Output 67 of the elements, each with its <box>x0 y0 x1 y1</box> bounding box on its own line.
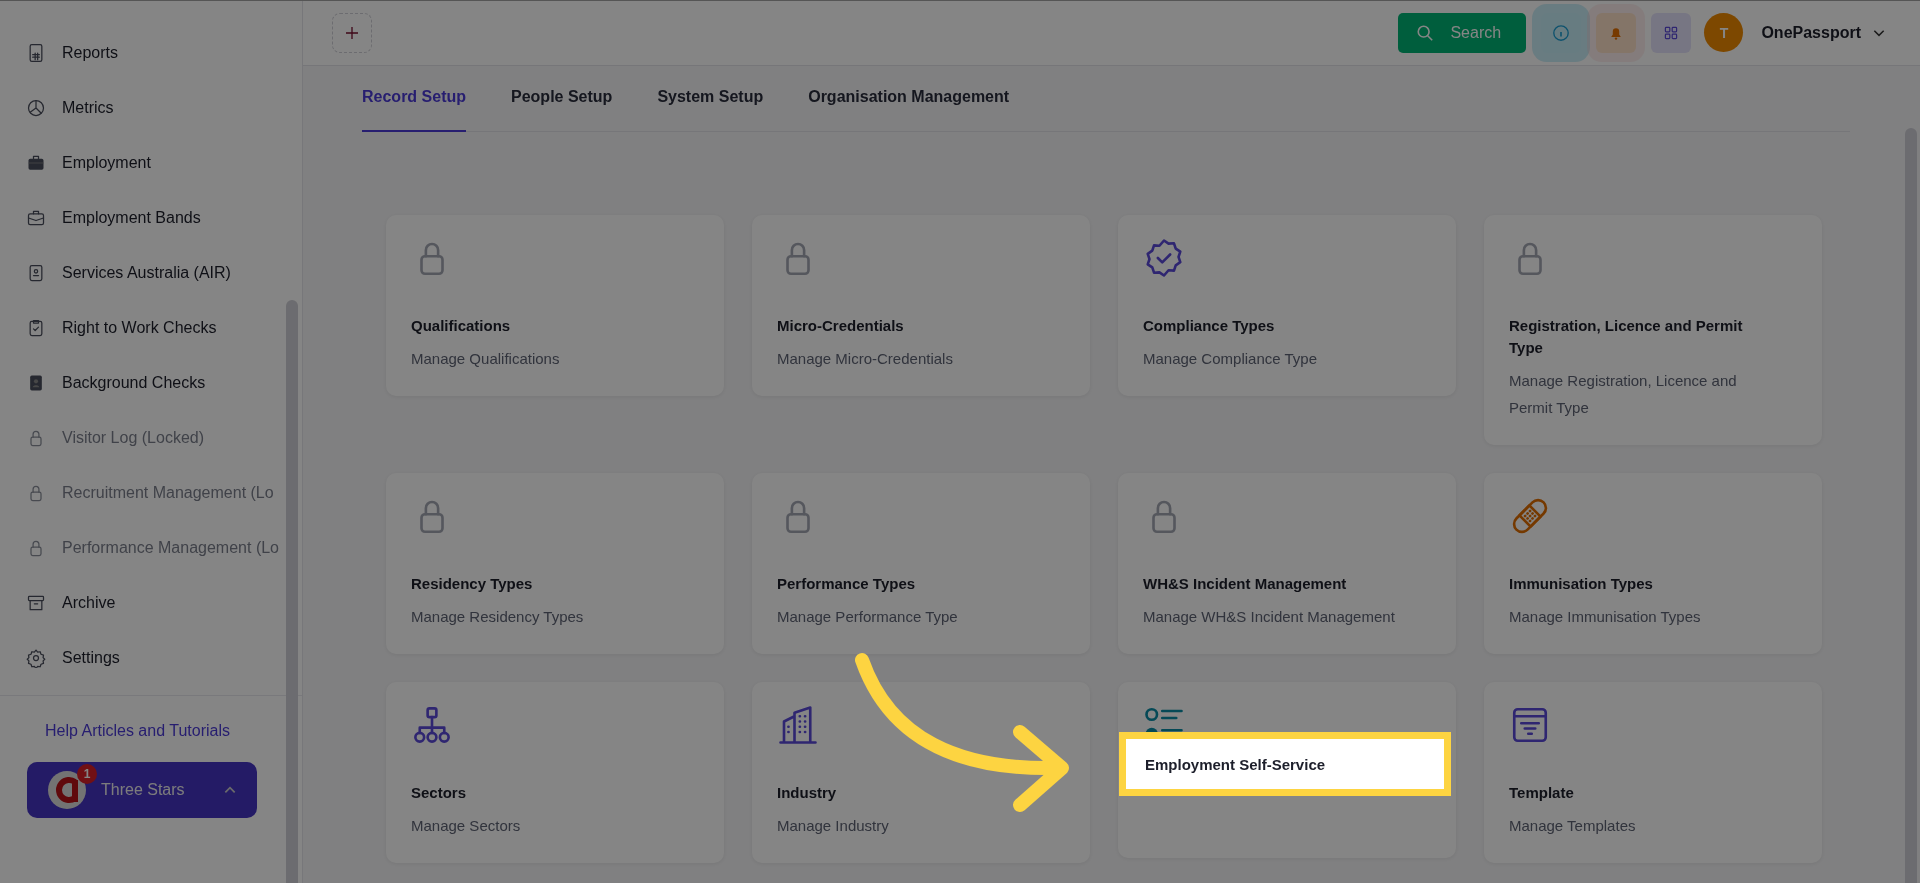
tab[interactable]: Record Setup <box>362 66 466 132</box>
setup-card[interactable]: Sectors Manage Sectors <box>386 682 724 863</box>
card-title: Industry <box>777 783 838 803</box>
setup-card[interactable]: Industry Manage Industry <box>752 682 1090 863</box>
card-title: Qualifications <box>411 316 512 336</box>
card-description: Manage Performance Type <box>777 607 959 627</box>
info-icon <box>1552 23 1571 42</box>
sidebar-item[interactable]: Employment Bands <box>0 190 276 245</box>
grid-icon <box>1663 24 1680 41</box>
card-description: Manage Qualifications <box>411 349 561 369</box>
account-name: Three Stars <box>101 781 186 799</box>
pie-chart-icon <box>26 97 46 118</box>
card-description: Manage Immunisation Types <box>1509 607 1702 627</box>
setup-card[interactable]: Template Manage Templates <box>1484 682 1822 863</box>
card-title: Sectors <box>411 783 468 803</box>
sidebar-item[interactable]: Right to Work Checks <box>0 300 276 355</box>
plus-icon <box>345 25 359 40</box>
card-title: WH&S Incident Management <box>1143 574 1348 594</box>
card-description: Manage Sectors <box>411 816 522 836</box>
building-icon <box>777 704 819 746</box>
add-button[interactable] <box>332 12 372 53</box>
card-description: Manage Micro-Credentials <box>777 349 954 369</box>
apps-button[interactable] <box>1651 12 1692 53</box>
sidebar-item[interactable]: Employment <box>0 135 276 190</box>
notification-badge: 1 <box>77 764 97 784</box>
card-description: Manage Compliance Type <box>1143 349 1318 369</box>
card-title: Immunisation Types <box>1509 574 1654 594</box>
tab[interactable]: People Setup <box>511 66 613 132</box>
settings-icon <box>26 647 46 668</box>
sidebar-item[interactable]: Reports <box>0 25 276 80</box>
hierarchy-icon <box>411 704 453 746</box>
setup-card[interactable]: Registration, Licence and Permit Type Manage Registration, Licence and Permit Type <box>1484 215 1822 445</box>
setup-card[interactable]: Compliance Types Manage Compliance Type <box>1118 215 1456 396</box>
sidebar-item[interactable]: Visitor Log (Locked) <box>0 410 276 465</box>
sidebar-item[interactable]: Metrics <box>0 80 276 135</box>
card-title: Template <box>1509 783 1575 803</box>
notifications-button[interactable] <box>1596 12 1637 53</box>
scrollbar-thumb[interactable] <box>286 300 298 883</box>
setup-card[interactable]: Performance Types Manage Performance Type <box>752 473 1090 654</box>
highlighted-card-title: Employment Self-Service <box>1145 755 1326 773</box>
sidebar-item[interactable]: Archive <box>0 575 276 630</box>
card-description: Manage Registration, Licence and Permit Type <box>1509 371 1738 418</box>
help-link[interactable]: Help Articles and Tutorials <box>27 722 302 740</box>
card-description: Manage Residency Types <box>411 607 585 627</box>
card-title: Residency Types <box>411 574 534 594</box>
card-description: Manage Industry <box>777 816 890 836</box>
setup-card[interactable]: Immunisation Types Manage Immunisation Types <box>1484 473 1822 654</box>
sidebar-item[interactable]: Settings <box>0 630 276 685</box>
card-title: Micro-Credentials <box>777 316 905 336</box>
verified-badge-icon <box>1143 237 1185 279</box>
tab[interactable]: Organisation Management <box>808 66 1010 132</box>
setup-card[interactable]: Micro-Credentials Manage Micro-Credentials <box>752 215 1090 396</box>
card-title: Performance Types <box>777 574 917 594</box>
setup-card[interactable]: Residency Types Manage Residency Types <box>386 473 724 654</box>
card-title: Registration, Licence and Permit Type <box>1509 316 1744 358</box>
card-description: Manage Templates <box>1509 816 1637 836</box>
sidebar-item[interactable]: Background Checks <box>0 355 276 410</box>
setup-card[interactable]: WH&S Incident Management Manage WH&S Incident Management <box>1118 473 1456 654</box>
account-switcher[interactable]: 1 Three Stars <box>27 762 257 818</box>
card-description: Manage WH&S Incident Management <box>1143 607 1396 627</box>
sidebar-item[interactable]: Services Australia (AIR) <box>0 245 276 300</box>
sidebar-item[interactable]: Recruitment Management (Lo <box>0 465 276 520</box>
tab[interactable]: System Setup <box>657 66 764 132</box>
search-icon <box>1416 23 1435 42</box>
card-title: Compliance Types <box>1143 316 1276 336</box>
user-menu[interactable]: OnePassport <box>1761 23 1861 42</box>
setup-card[interactable]: Qualifications Manage Qualifications <box>386 215 724 396</box>
